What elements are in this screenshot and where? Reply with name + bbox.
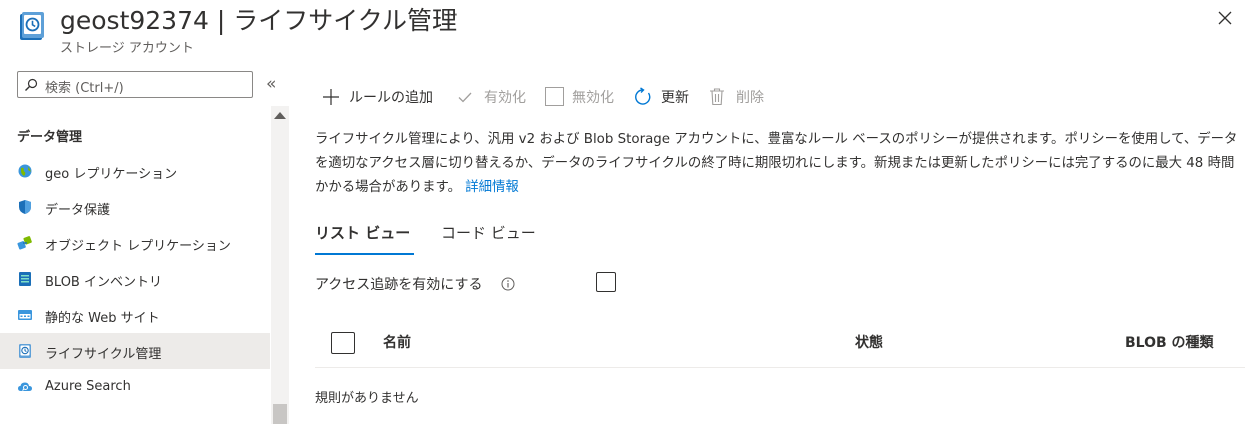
active-tab-indicator (315, 253, 414, 255)
page-title: geost92374 | ライフサイクル管理 (60, 6, 457, 35)
collapse-sidebar-button[interactable]: « (266, 74, 276, 94)
search-input[interactable]: 検索 (Ctrl+/) (17, 71, 253, 98)
refresh-button[interactable]: 更新 (633, 86, 698, 108)
sidebar-item-static-website[interactable]: 静的な Web サイト (0, 297, 270, 333)
sidebar-item-azure-search[interactable]: Azure Search (0, 369, 270, 405)
shield-icon (17, 199, 33, 215)
empty-table-message: 規則がありません (315, 391, 419, 406)
close-icon[interactable] (1215, 8, 1235, 28)
refresh-label: 更新 (661, 90, 689, 106)
delete-label: 削除 (736, 90, 764, 106)
tab-list-view[interactable]: リスト ビュー (315, 222, 410, 256)
column-header-status[interactable]: 状態 (855, 332, 883, 352)
column-header-name[interactable]: 名前 (383, 332, 411, 352)
column-header-blob-type[interactable]: BLOB の種類 (1125, 332, 1214, 352)
more-options-icon[interactable]: ··· (442, 6, 459, 24)
add-rule-label: ルールの追加 (349, 90, 433, 106)
globe-icon (17, 163, 33, 179)
static-website-icon (17, 307, 33, 323)
tab-code-view[interactable]: コード ビュー (441, 222, 536, 256)
access-tracking-label: アクセス追跡を有効にする (315, 277, 483, 293)
section-title-data-management: データ管理 (17, 130, 83, 145)
object-replication-icon (17, 235, 33, 251)
description-text: ライフサイクル管理により、汎用 v2 および Blob Storage アカウン… (315, 132, 1238, 195)
delete-button[interactable]: 削除 (709, 86, 771, 108)
learn-more-link[interactable]: 詳細情報 (465, 180, 519, 195)
disable-label: 無効化 (572, 90, 614, 106)
enable-label: 有効化 (484, 90, 526, 106)
search-placeholder: 検索 (Ctrl+/) (45, 81, 124, 96)
sidebar-item-lifecycle-management[interactable]: ライフサイクル管理 (0, 333, 270, 369)
sidebar-item-label: データ保護 (45, 203, 111, 218)
plus-icon (323, 89, 339, 105)
scroll-up-arrow-icon[interactable] (274, 112, 286, 119)
lifecycle-description: ライフサイクル管理により、汎用 v2 および Blob Storage アカウン… (315, 128, 1245, 200)
sidebar-item-label: ライフサイクル管理 (45, 347, 162, 362)
sidebar-item-data-protection[interactable]: データ保護 (0, 189, 270, 225)
sidebar-item-label: Azure Search (45, 379, 131, 394)
refresh-icon (635, 87, 651, 105)
table-header-divider (315, 367, 1245, 368)
sidebar-item-label: 静的な Web サイト (45, 311, 160, 326)
checkbox-icon (545, 87, 564, 106)
sidebar-item-label: geo レプリケーション (45, 167, 178, 182)
info-icon[interactable] (501, 276, 515, 291)
lifecycle-icon (17, 343, 33, 359)
page-subtitle: ストレージ アカウント (60, 41, 194, 56)
sidebar-scrollbar[interactable] (271, 106, 289, 424)
azure-search-icon (17, 379, 33, 395)
checkmark-icon (458, 92, 472, 103)
enable-button[interactable]: 有効化 (457, 86, 532, 108)
sidebar-item-object-replication[interactable]: オブジェクト レプリケーション (0, 225, 270, 261)
access-tracking-checkbox[interactable] (596, 272, 616, 292)
scrollbar-thumb[interactable] (273, 404, 287, 424)
disable-button[interactable]: 無効化 (545, 86, 625, 108)
search-icon (25, 78, 38, 91)
blob-inventory-icon (17, 271, 33, 287)
trash-icon (710, 88, 724, 106)
sidebar-item-geo-replication[interactable]: geo レプリケーション (0, 153, 270, 189)
select-all-checkbox[interactable] (331, 332, 355, 354)
lifecycle-page-icon (17, 10, 47, 42)
sidebar-item-label: オブジェクト レプリケーション (45, 239, 231, 254)
add-rule-button[interactable]: ルールの追加 (322, 86, 442, 108)
sidebar-item-label: BLOB インベントリ (45, 275, 162, 290)
sidebar-item-blob-inventory[interactable]: BLOB インベントリ (0, 261, 270, 297)
